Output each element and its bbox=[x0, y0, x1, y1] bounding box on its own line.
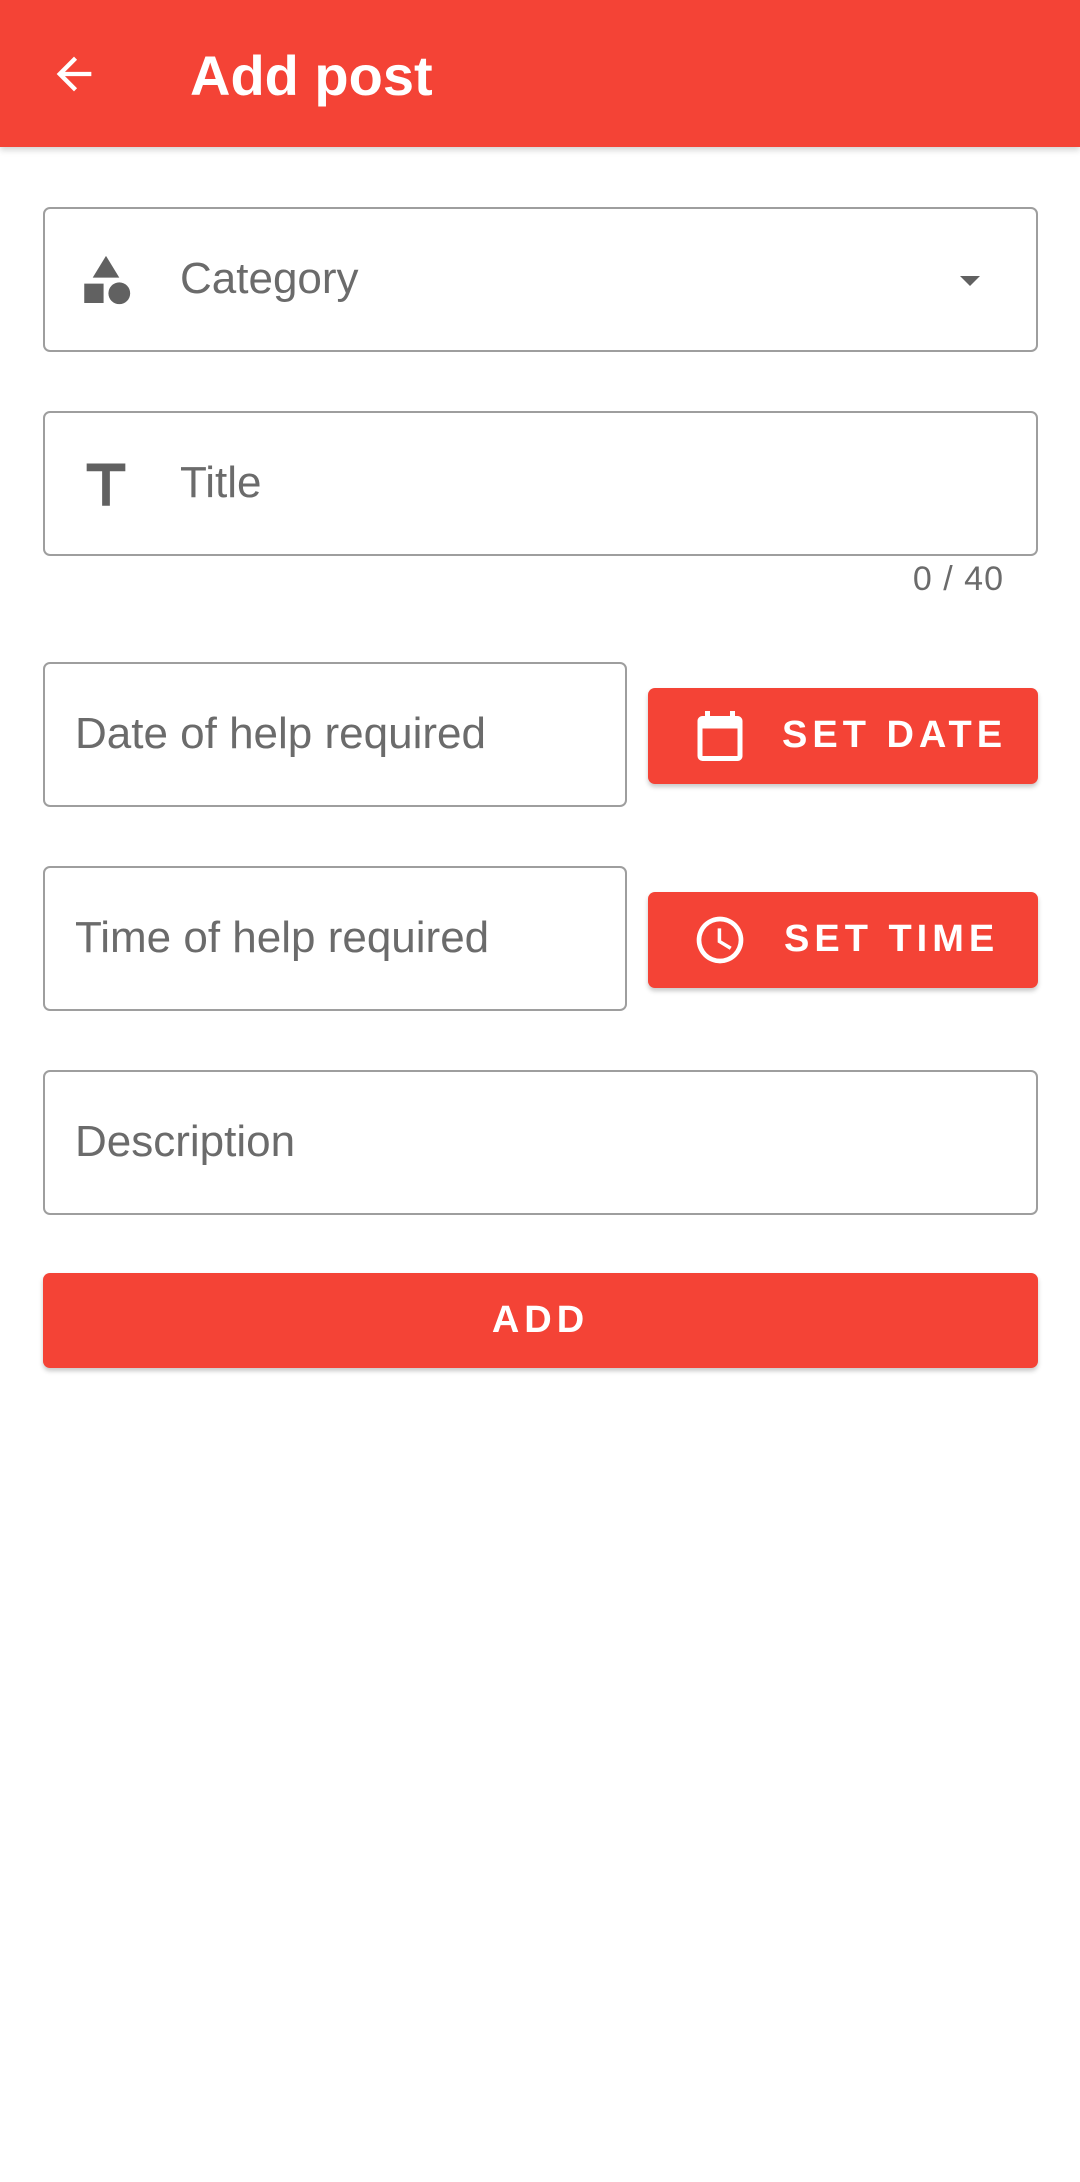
date-placeholder: Date of help required bbox=[75, 709, 486, 758]
description-placeholder: Description bbox=[75, 1117, 296, 1166]
category-dropdown[interactable]: Category bbox=[43, 207, 1038, 352]
set-date-button[interactable]: SET DATE bbox=[648, 688, 1038, 784]
arrow-left-icon bbox=[56, 56, 92, 92]
set-time-label: SET TIME bbox=[784, 918, 1000, 960]
add-button[interactable]: ADD bbox=[43, 1273, 1038, 1368]
dropdown-arrow-icon bbox=[950, 261, 990, 301]
title-character-counter: 0 / 40 bbox=[912, 560, 1004, 598]
add-label: ADD bbox=[491, 1299, 590, 1341]
set-time-button[interactable]: SET TIME bbox=[648, 892, 1038, 988]
back-button[interactable] bbox=[38, 38, 110, 110]
shapes-icon bbox=[77, 251, 135, 309]
time-placeholder: Time of help required bbox=[75, 913, 490, 962]
text-format-icon bbox=[77, 455, 135, 513]
title-field[interactable]: Title bbox=[43, 411, 1038, 556]
category-placeholder: Category bbox=[180, 254, 359, 303]
set-date-label: SET DATE bbox=[782, 714, 1008, 756]
page-title: Add post bbox=[190, 44, 433, 107]
date-field[interactable]: Date of help required bbox=[43, 662, 627, 807]
clock-icon bbox=[692, 912, 748, 968]
description-field[interactable]: Description bbox=[43, 1070, 1038, 1215]
title-placeholder: Title bbox=[180, 458, 262, 507]
app-bar: Add post bbox=[0, 0, 1080, 147]
time-field[interactable]: Time of help required bbox=[43, 866, 627, 1011]
calendar-icon bbox=[690, 706, 750, 766]
